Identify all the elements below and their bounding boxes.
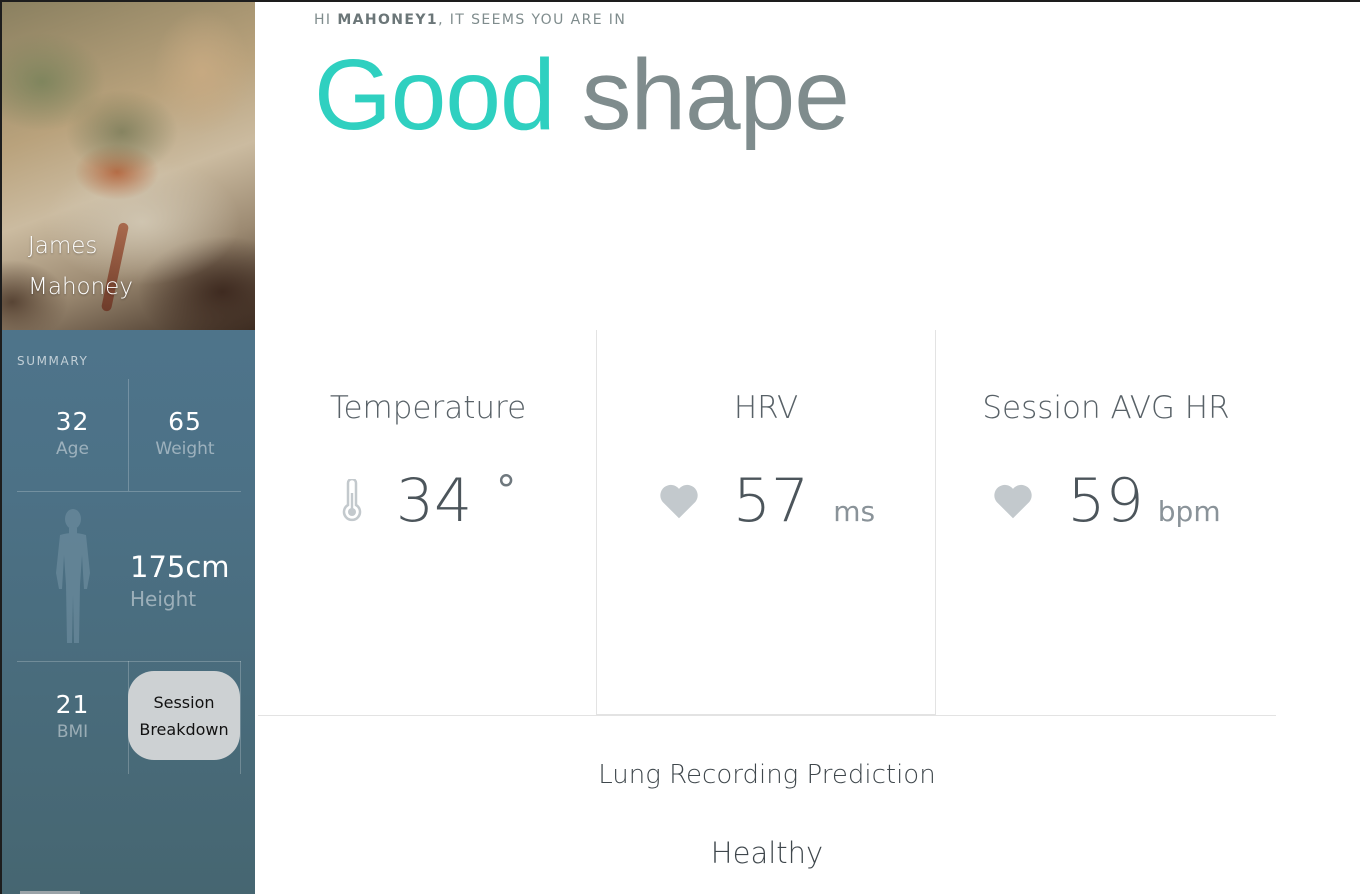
session-button-line1: Session bbox=[153, 692, 215, 712]
divider bbox=[17, 491, 241, 492]
profile-last-name: Mahoney bbox=[28, 274, 133, 300]
session-button-line2: Breakdown bbox=[139, 719, 229, 739]
lung-prediction-title: Lung Recording Prediction bbox=[598, 760, 936, 790]
weight-stat: 65 Weight bbox=[129, 407, 241, 461]
session-breakdown-button[interactable]: Session Breakdown bbox=[128, 671, 240, 760]
heart-icon bbox=[660, 484, 698, 519]
avg-hr-unit: bpm bbox=[1157, 495, 1221, 528]
body-silhouette-icon bbox=[56, 509, 90, 643]
metric-title: Temperature bbox=[329, 390, 527, 426]
summary-heading: SUMMARY bbox=[17, 354, 89, 368]
hrv-card: HRV 57 ms bbox=[596, 330, 936, 715]
age-value: 32 bbox=[55, 407, 90, 436]
thermometer-icon bbox=[342, 479, 362, 522]
height-value: 175cm bbox=[130, 550, 230, 584]
app-window: James Mahoney SUMMARY 32 Age 65 Weight 1… bbox=[0, 0, 1360, 894]
greeting-username: MAHONEY1 bbox=[337, 12, 439, 28]
hrv-unit: ms bbox=[833, 495, 876, 528]
avg-hr-value: 59 bbox=[1067, 466, 1144, 536]
lung-prediction-value: Healthy bbox=[710, 836, 824, 870]
age-stat: 32 Age bbox=[17, 407, 128, 461]
sidebar: James Mahoney SUMMARY 32 Age 65 Weight 1… bbox=[2, 2, 255, 894]
session-avg-hr-card: Session AVG HR 59 bpm bbox=[936, 330, 1276, 715]
temperature-value: 34 bbox=[395, 466, 473, 536]
divider bbox=[240, 661, 241, 774]
height-label: Height bbox=[130, 587, 197, 611]
bmi-label: BMI bbox=[56, 722, 89, 742]
bmi-stat: 21 BMI bbox=[17, 690, 128, 744]
divider bbox=[17, 661, 241, 662]
greeting-prefix: HI bbox=[314, 12, 338, 28]
age-label: Age bbox=[56, 439, 89, 459]
headline-good: Good bbox=[314, 39, 556, 151]
hrv-value: 57 bbox=[732, 466, 810, 536]
height-stat: 175cm Height bbox=[130, 550, 230, 614]
profile-hero-image: James Mahoney bbox=[2, 2, 255, 330]
metric-title: HRV bbox=[733, 390, 799, 426]
metric-title: Session AVG HR bbox=[982, 390, 1230, 426]
weight-value: 65 bbox=[168, 407, 202, 436]
temperature-card: Temperature 34 ° bbox=[258, 330, 598, 715]
greeting-suffix: , IT SEEMS YOU ARE IN bbox=[438, 12, 627, 28]
heart-icon bbox=[994, 484, 1033, 519]
temperature-unit: ° bbox=[496, 468, 517, 514]
profile-name: James Mahoney bbox=[28, 226, 133, 308]
section-divider bbox=[258, 715, 1276, 716]
weight-label: Weight bbox=[155, 439, 215, 459]
status-headline: Good shape bbox=[314, 39, 850, 151]
headline-shape: shape bbox=[581, 39, 849, 151]
greeting-text: HI MAHONEY1, IT SEEMS YOU ARE IN bbox=[314, 12, 626, 28]
profile-first-name: James bbox=[28, 233, 98, 259]
bmi-value: 21 bbox=[55, 690, 90, 719]
